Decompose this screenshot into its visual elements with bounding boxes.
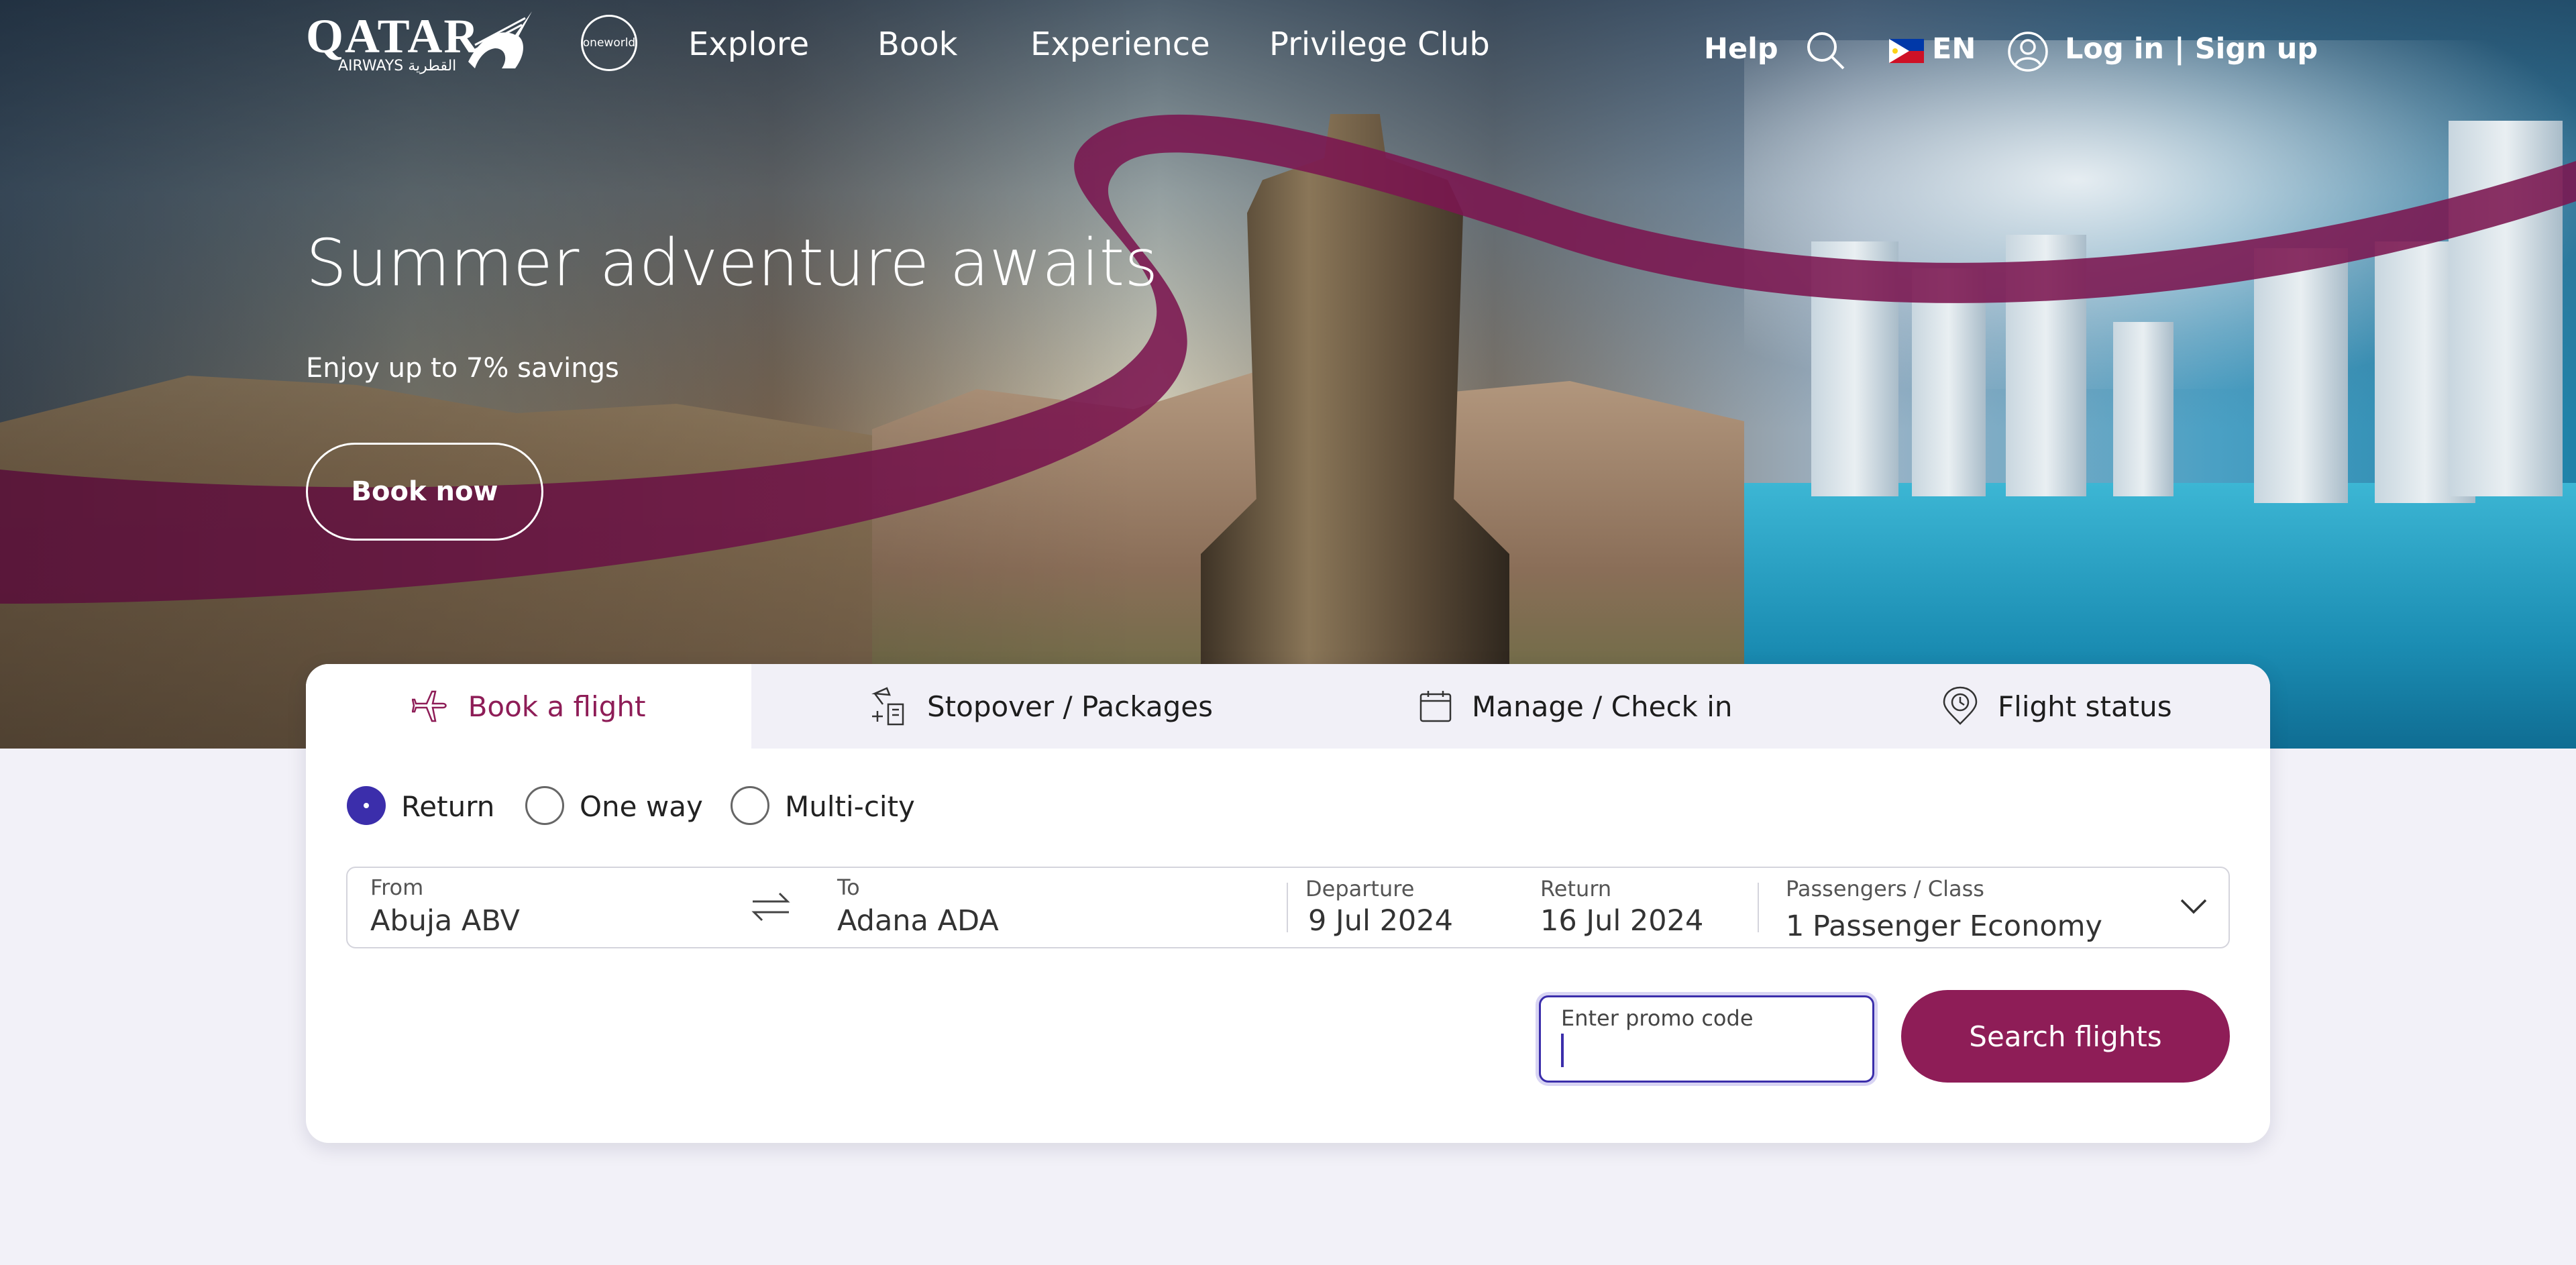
- field-divider: [1758, 883, 1759, 932]
- search-flights-button[interactable]: Search flights: [1901, 990, 2230, 1083]
- search-icon[interactable]: [1805, 30, 1846, 71]
- tab-label: Book a flight: [468, 690, 646, 723]
- oneworld-logo[interactable]: oneworld: [581, 15, 637, 71]
- nav-privilege-club[interactable]: Privilege Club: [1269, 25, 1490, 63]
- from-field[interactable]: From Abuja ABV: [347, 868, 723, 947]
- departure-label: Departure: [1305, 876, 1415, 901]
- field-divider: [1287, 883, 1288, 932]
- nav-book[interactable]: Book: [877, 25, 957, 63]
- radio-one-way[interactable]: [525, 786, 564, 825]
- radio-return[interactable]: [347, 786, 386, 825]
- plane-icon: [411, 690, 447, 722]
- radio-one-way-label[interactable]: One way: [580, 790, 703, 823]
- luggage-hotel-icon: [871, 687, 904, 726]
- booking-tabs: Book a flight Stopover / Packages Manage…: [306, 664, 2270, 749]
- nav-experience[interactable]: Experience: [1030, 25, 1210, 63]
- flight-search-fields: From Abuja ABV To Adana ADA Departure 9 …: [346, 867, 2230, 948]
- nav-explore[interactable]: Explore: [688, 25, 809, 63]
- qatar-airways-logo[interactable]: QATAR AIRWAYS القطرية: [306, 9, 532, 74]
- to-field[interactable]: To Adana ADA: [810, 868, 1280, 947]
- login-signup-link[interactable]: Log in | Sign up: [2065, 32, 2318, 66]
- promo-code-input[interactable]: Enter promo code: [1539, 995, 1874, 1083]
- from-label: From: [370, 875, 424, 900]
- logo-wordmark: QATAR: [306, 9, 480, 63]
- departure-field[interactable]: Departure 9 Jul 2024: [1293, 868, 1521, 947]
- hero-subtitle: Enjoy up to 7% savings: [306, 353, 619, 384]
- text-cursor: [1561, 1034, 1564, 1067]
- passengers-count: 1: [1786, 910, 1805, 943]
- tab-flight-status[interactable]: Flight status: [1941, 664, 2172, 749]
- radio-return-label[interactable]: Return: [401, 790, 494, 823]
- help-link[interactable]: Help: [1704, 32, 1778, 66]
- return-label: Return: [1540, 876, 1612, 901]
- book-now-button[interactable]: Book now: [306, 443, 543, 541]
- passengers-label: Passengers / Class: [1786, 876, 1984, 901]
- promo-code-placeholder: Enter promo code: [1561, 1005, 1754, 1031]
- swap-icon[interactable]: [750, 888, 792, 926]
- tab-label: Stopover / Packages: [927, 690, 1213, 723]
- from-value: Abuja ABV: [370, 904, 520, 938]
- language-selector[interactable]: EN: [1932, 32, 1976, 66]
- passengers-value: Passenger Economy: [1813, 910, 2102, 943]
- calendar-icon: [1419, 691, 1452, 722]
- chevron-down-icon: [2180, 899, 2207, 914]
- tab-book-a-flight[interactable]: Book a flight: [306, 664, 751, 749]
- return-value: 16 Jul 2024: [1540, 904, 1704, 938]
- departure-value: 9 Jul 2024: [1308, 904, 1454, 938]
- passengers-class-field[interactable]: Passengers / Class 1 Passenger Economy: [1763, 868, 2230, 947]
- location-clock-icon: [1943, 686, 1978, 725]
- radio-multi-city-label[interactable]: Multi-city: [785, 790, 915, 823]
- to-label: To: [837, 875, 860, 900]
- tab-manage-check-in[interactable]: Manage / Check in: [1418, 664, 1733, 749]
- tab-label: Manage / Check in: [1472, 690, 1733, 723]
- tab-label: Flight status: [1998, 690, 2172, 723]
- radio-multi-city[interactable]: [731, 786, 769, 825]
- logo-subtext: AIRWAYS القطرية: [338, 58, 457, 74]
- user-icon[interactable]: [2007, 31, 2049, 72]
- to-value: Adana ADA: [837, 904, 999, 938]
- hero-title: Summer adventure awaits: [306, 225, 1159, 300]
- tab-stopover-packages[interactable]: Stopover / Packages: [869, 664, 1213, 749]
- oryx-icon: [468, 11, 532, 68]
- return-field[interactable]: Return 16 Jul 2024: [1528, 868, 1756, 947]
- flag-icon[interactable]: [1889, 39, 1924, 63]
- top-navigation: QATAR AIRWAYS القطرية oneworld Explore B…: [0, 0, 2576, 101]
